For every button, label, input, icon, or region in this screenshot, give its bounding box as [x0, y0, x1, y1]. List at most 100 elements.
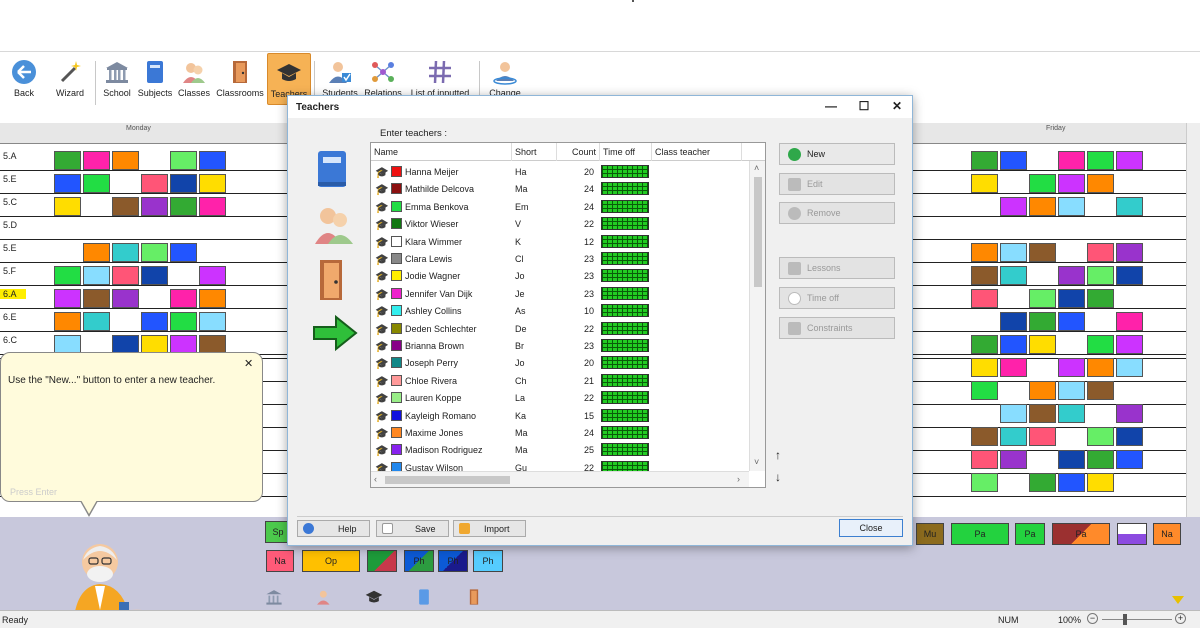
lesson-cell[interactable]	[1058, 381, 1085, 400]
zoom-slider-thumb[interactable]	[1123, 614, 1127, 625]
lesson-cell[interactable]	[971, 473, 998, 492]
col-time-off[interactable]: Time off	[600, 143, 652, 161]
lesson-card[interactable]	[1117, 523, 1147, 545]
lesson-card[interactable]: Ph	[438, 550, 468, 572]
class-row-label[interactable]: 5.E	[0, 243, 26, 253]
teacher-row[interactable]: 🎓 Ashley Collins As 10	[371, 302, 749, 319]
teacher-row[interactable]: 🎓 Emma Benkova Em 24	[371, 198, 749, 215]
lesson-cell[interactable]	[141, 312, 168, 331]
lesson-cell[interactable]	[199, 266, 226, 285]
lesson-cell[interactable]	[1116, 358, 1143, 377]
lesson-cell[interactable]	[1029, 427, 1056, 446]
lesson-card[interactable]	[367, 550, 397, 572]
lesson-cell[interactable]	[1116, 151, 1143, 170]
zoom-in-icon[interactable]: +	[1175, 613, 1186, 624]
lesson-cell[interactable]	[170, 312, 197, 331]
lesson-cell[interactable]	[1058, 473, 1085, 492]
maximize-icon[interactable]: ☐	[853, 99, 875, 115]
close-hint-icon[interactable]: ✕	[244, 357, 253, 370]
minimize-icon[interactable]: —	[820, 99, 842, 115]
constraints-button[interactable]: Constraints	[779, 317, 895, 339]
teacher-row[interactable]: 🎓 Brianna Brown Br 23	[371, 337, 749, 354]
lesson-cell[interactable]	[170, 243, 197, 262]
graduation-cap-icon[interactable]	[364, 588, 384, 606]
lesson-cell[interactable]	[1000, 151, 1027, 170]
teacher-row[interactable]: 🎓 Jodie Wagner Jo 23	[371, 267, 749, 284]
class-row-label[interactable]: 5.D	[0, 220, 26, 230]
help-button[interactable]: Help	[297, 520, 370, 537]
teacher-row[interactable]: 🎓 Maxime Jones Ma 24	[371, 424, 749, 441]
lesson-cell[interactable]	[54, 151, 81, 170]
lesson-cell[interactable]	[1087, 289, 1114, 308]
lesson-cell[interactable]	[971, 151, 998, 170]
lesson-card[interactable]: Op	[302, 550, 360, 572]
move-down-icon[interactable]: ↓	[775, 470, 781, 484]
lesson-cell[interactable]	[1000, 312, 1027, 331]
col-count[interactable]: Count	[557, 143, 600, 161]
lesson-cell[interactable]	[971, 381, 998, 400]
col-class-teacher[interactable]: Class teacher	[652, 143, 742, 161]
col-short[interactable]: Short	[512, 143, 557, 161]
zoom-out-icon[interactable]: −	[1087, 613, 1098, 624]
lesson-cell[interactable]	[170, 197, 197, 216]
wizard-button[interactable]: Wizard	[48, 53, 92, 105]
lesson-card[interactable]: Pa	[951, 523, 1009, 545]
lesson-cell[interactable]	[1087, 358, 1114, 377]
students-icon[interactable]	[314, 588, 334, 606]
lesson-cell[interactable]	[971, 243, 998, 262]
door-icon[interactable]	[464, 588, 484, 606]
school-button[interactable]: School	[99, 53, 135, 105]
lesson-cell[interactable]	[141, 197, 168, 216]
class-row-label[interactable]: 5.A	[0, 151, 26, 161]
lesson-cell[interactable]	[971, 358, 998, 377]
lesson-cell[interactable]	[1087, 151, 1114, 170]
lesson-cell[interactable]	[1058, 312, 1085, 331]
teacher-row[interactable]: 🎓 Hanna Meijer Ha 20	[371, 163, 749, 180]
lesson-cell[interactable]	[199, 312, 226, 331]
edit-teacher-button[interactable]: Edit	[779, 173, 895, 195]
col-name[interactable]: Name	[371, 143, 512, 161]
lesson-cell[interactable]	[199, 174, 226, 193]
lesson-card[interactable]: Mu	[916, 523, 944, 545]
school-building-icon[interactable]	[264, 588, 284, 606]
lesson-cell[interactable]	[1116, 197, 1143, 216]
close-icon[interactable]: ✕	[886, 99, 908, 115]
lesson-cell[interactable]	[112, 289, 139, 308]
teacher-row[interactable]: 🎓 Kayleigh Romano Ka 15	[371, 407, 749, 424]
lesson-cell[interactable]	[1058, 197, 1085, 216]
lesson-cell[interactable]	[1029, 312, 1056, 331]
teacher-row[interactable]: 🎓 Clara Lewis Cl 23	[371, 250, 749, 267]
collapse-panel-icon[interactable]	[1172, 596, 1184, 604]
lesson-cell[interactable]	[1116, 335, 1143, 354]
lesson-cell[interactable]	[83, 174, 110, 193]
lesson-cell[interactable]	[971, 174, 998, 193]
table-horizontal-scrollbar[interactable]: ‹ ›	[371, 471, 749, 487]
lesson-cell[interactable]	[1058, 174, 1085, 193]
classes-button[interactable]: Classes	[175, 53, 213, 105]
lesson-cell[interactable]	[1000, 197, 1027, 216]
lesson-cell[interactable]	[1087, 243, 1114, 262]
lesson-cell[interactable]	[971, 266, 998, 285]
lesson-cell[interactable]	[1116, 404, 1143, 423]
lesson-cell[interactable]	[1029, 243, 1056, 262]
teacher-row[interactable]: 🎓 Madison Rodriguez Ma 25	[371, 441, 749, 458]
lesson-cell[interactable]	[141, 174, 168, 193]
lesson-cell[interactable]	[1029, 335, 1056, 354]
lesson-cell[interactable]	[971, 450, 998, 469]
teacher-row[interactable]: 🎓 Chloe Rivera Ch 21	[371, 372, 749, 389]
teacher-row[interactable]: 🎓 Lauren Koppe La 22	[371, 389, 749, 406]
lesson-cell[interactable]	[1087, 174, 1114, 193]
lesson-cell[interactable]	[199, 289, 226, 308]
timetable-vertical-scrollbar[interactable]	[1186, 123, 1200, 518]
lessons-button[interactable]: Lessons	[779, 257, 895, 279]
lesson-cell[interactable]	[1029, 381, 1056, 400]
zoom-slider-track[interactable]	[1102, 619, 1172, 620]
lesson-cell[interactable]	[170, 174, 197, 193]
back-button[interactable]: Back	[0, 53, 48, 105]
lesson-cell[interactable]	[1087, 450, 1114, 469]
lesson-cell[interactable]	[971, 427, 998, 446]
import-button[interactable]: Import	[453, 520, 526, 537]
lesson-cell[interactable]	[170, 151, 197, 170]
lesson-cell[interactable]	[1029, 404, 1056, 423]
lesson-cell[interactable]	[1000, 404, 1027, 423]
